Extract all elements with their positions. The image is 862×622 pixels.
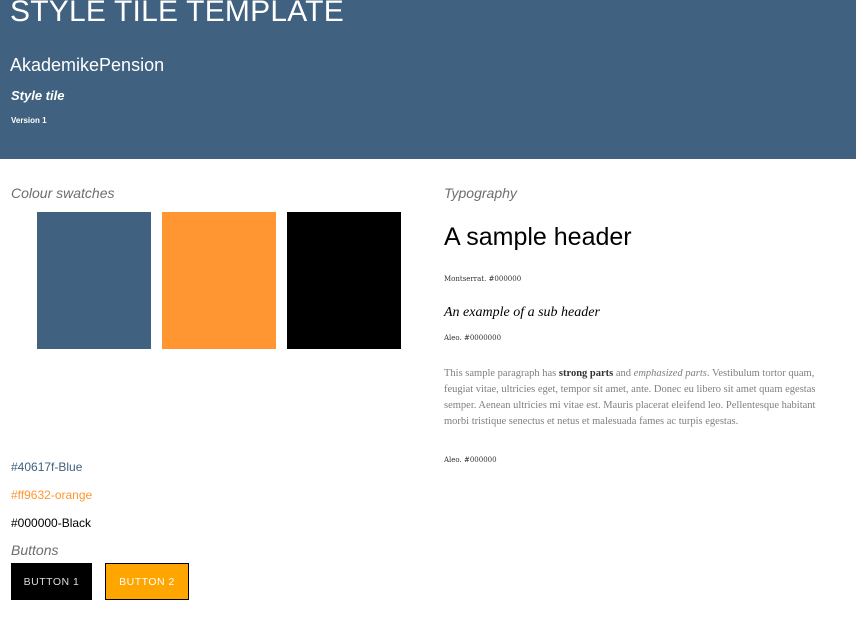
swatch-black	[287, 212, 401, 349]
header-font-note: Montserrat. #000000	[444, 275, 522, 283]
typography-heading: Typography	[444, 185, 517, 201]
sample-header: A sample header	[444, 223, 632, 251]
swatch-blue	[37, 212, 151, 349]
paragraph-emphasis: emphasized parts	[633, 368, 707, 379]
sample-paragraph: This sample paragraph has strong parts a…	[444, 366, 840, 430]
paragraph-middle: and	[613, 368, 634, 379]
swatch-label-orange: #ff9632-orange	[11, 488, 93, 502]
button-1[interactable]: BUTTON 1	[11, 563, 92, 600]
buttons-heading: Buttons	[11, 542, 59, 558]
paragraph-strong: strong parts	[558, 368, 614, 379]
version-label: Version 1	[11, 116, 47, 125]
header-banner: STYLE TILE TEMPLATE AkademikePension Sty…	[0, 0, 856, 159]
swatch-orange	[162, 212, 276, 349]
paragraph-font-note: Aleo. #000000	[444, 456, 497, 464]
swatch-label-black: #000000-Black	[11, 516, 92, 530]
subheader-font-note: Aleo. #0000000	[444, 334, 502, 342]
paragraph-intro: This sample paragraph has	[444, 368, 559, 379]
page-title: STYLE TILE TEMPLATE	[10, 0, 344, 28]
colour-swatches-heading: Colour swatches	[11, 185, 115, 201]
project-name: AkademikePension	[10, 55, 165, 75]
sample-subheader: An example of a sub header	[444, 305, 600, 320]
swatch-label-blue: #40617f-Blue	[11, 460, 83, 474]
button-2[interactable]: BUTTON 2	[105, 563, 189, 600]
tile-subtitle: Style tile	[11, 88, 65, 103]
